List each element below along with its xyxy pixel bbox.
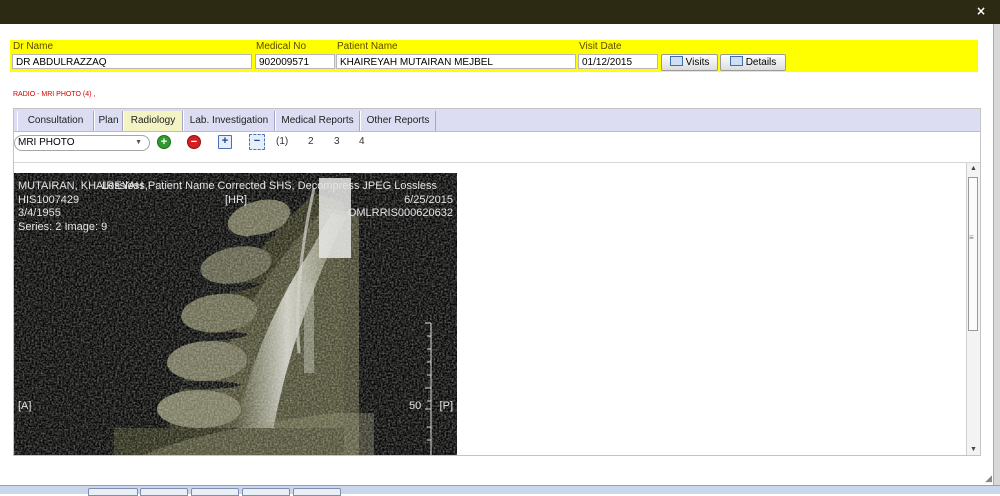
chevron-down-icon: ▼ (135, 139, 142, 146)
record-panel: Consultation Plan Radiology Lab. Investi… (13, 108, 981, 456)
vertical-scrollbar[interactable]: ▲ ≡ ▼ (966, 163, 980, 455)
main-content: Dr Name DR ABDULRAZZAQ Medical No 902009… (0, 24, 993, 493)
mri-image[interactable]: MUTAIRAN, KHAIREYAH Lossless,Patient Nam… (14, 173, 457, 455)
taskbar-item[interactable] (242, 488, 290, 496)
zoom-in-button[interactable]: + (218, 135, 232, 149)
dr-name-field[interactable]: DR ABDULRAZZAQ (12, 54, 252, 69)
image-toolbar: MRI PHOTO ▼ + − + − (1) 2 3 4 (14, 133, 980, 155)
scroll-up-icon[interactable]: ▲ (970, 165, 977, 172)
tab-other-reports[interactable]: Other Reports (360, 111, 436, 131)
details-button[interactable]: Details (720, 54, 786, 71)
birth-date-overlay: 3/4/1955 (18, 207, 61, 219)
page-3-link[interactable]: 3 (334, 136, 340, 147)
visit-date-field[interactable]: 01/12/2015 (578, 54, 658, 69)
study-date-overlay: 6/25/2015 (404, 194, 453, 206)
close-icon[interactable]: × (976, 4, 986, 18)
visits-button[interactable]: Visits (661, 54, 718, 71)
patient-name-label: Patient Name (337, 41, 398, 52)
scale-label: 50 (409, 400, 422, 412)
add-image-button[interactable]: + (157, 135, 171, 149)
tab-consultation[interactable]: Consultation (17, 111, 94, 131)
medical-no-field[interactable]: 902009571 (255, 54, 335, 69)
photo-type-value: MRI PHOTO (18, 137, 75, 148)
calendar-icon (729, 56, 743, 66)
patient-header: Dr Name DR ABDULRAZZAQ Medical No 902009… (10, 40, 978, 72)
visit-date-label: Visit Date (579, 41, 622, 52)
tab-plan[interactable]: Plan (94, 111, 123, 131)
page-4-link[interactable]: 4 (359, 136, 365, 147)
calendar-icon (669, 56, 683, 66)
scroll-down-icon[interactable]: ▼ (970, 446, 977, 453)
posterior-marker: [P] (439, 400, 453, 412)
scrollbar-thumb[interactable] (968, 177, 978, 331)
zoom-out-button[interactable]: − (249, 134, 265, 150)
accession-overlay: OMLRRIS000620632 (347, 207, 453, 219)
remove-image-button[interactable]: − (187, 135, 201, 149)
medical-no-label: Medical No (256, 41, 307, 52)
patient-name-field[interactable]: KHAIREYAH MUTAIRAN MEJBEL (336, 54, 576, 69)
visits-button-label: Visits (685, 57, 710, 68)
taskbar-item[interactable] (191, 488, 239, 496)
taskbar-item[interactable] (140, 488, 188, 496)
tab-strip: Consultation Plan Radiology Lab. Investi… (14, 109, 980, 132)
processing-note-overlay: Lossless,Patient Name Corrected SHS, Dec… (102, 180, 438, 192)
window-title-bar: × (0, 0, 1000, 24)
image-viewer: MUTAIRAN, KHAIREYAH Lossless,Patient Nam… (14, 162, 980, 455)
taskbar-item[interactable] (293, 488, 341, 496)
page-1-link[interactable]: (1) (276, 136, 288, 147)
hr-marker: [HR] (225, 194, 247, 206)
resize-grip-icon[interactable]: ◢ (985, 473, 992, 484)
dr-name-label: Dr Name (13, 41, 54, 52)
photo-type-select[interactable]: MRI PHOTO ▼ (14, 135, 150, 151)
details-button-label: Details (745, 57, 777, 68)
taskbar-item[interactable] (88, 488, 138, 496)
breadcrumb: RADIO - MRI PHOTO (4) , (13, 91, 96, 98)
anterior-marker: [A] (18, 400, 32, 412)
scroll-grip-icon: ≡ (969, 233, 974, 242)
window-right-edge (993, 24, 1000, 493)
tab-lab-investigation[interactable]: Lab. Investigation (183, 111, 275, 131)
patient-id-overlay: HIS1007429 (18, 194, 80, 206)
page-2-link[interactable]: 2 (308, 136, 314, 147)
series-overlay: Series: 2 Image: 9 (18, 221, 108, 233)
tab-medical-reports[interactable]: Medical Reports (275, 111, 360, 131)
tab-radiology[interactable]: Radiology (123, 111, 183, 131)
